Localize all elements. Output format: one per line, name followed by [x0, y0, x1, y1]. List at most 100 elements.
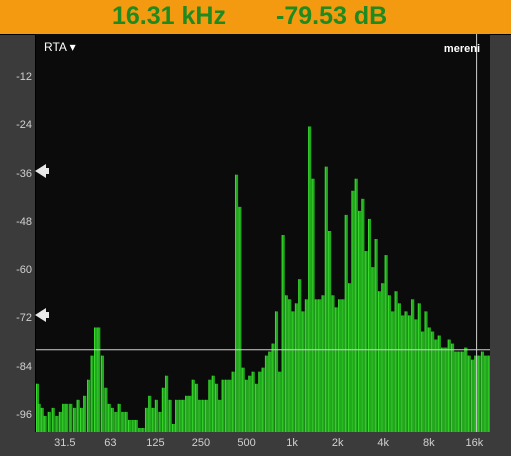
- y-tick-label: -36: [16, 167, 32, 180]
- spectrum-bar-highlight: [407, 315, 409, 432]
- spectrum-bar-highlight: [487, 355, 489, 432]
- spectrum-bar-highlight: [175, 399, 177, 432]
- spectrum-bar-highlight: [298, 279, 300, 432]
- spectrum-bar-highlight: [311, 178, 313, 432]
- spectrum-bar-highlight: [231, 371, 233, 432]
- spectrum-bar-highlight: [271, 343, 273, 432]
- rta-mode-dropdown[interactable]: RTA ▾: [44, 40, 76, 54]
- spectrum-bar-highlight: [278, 371, 280, 432]
- spectrum-bar-highlight: [301, 311, 303, 432]
- lower-threshold-handle[interactable]: [35, 308, 49, 323]
- spectrum-bar-highlight: [454, 351, 456, 432]
- spectrum-bar-highlight: [201, 399, 203, 432]
- spectrum-bar-highlight: [284, 295, 286, 432]
- spectrum-bar-highlight: [76, 399, 78, 432]
- spectrum-bar-highlight: [165, 375, 167, 432]
- spectrum-bar-highlight: [258, 371, 260, 432]
- spectrum-bar-highlight: [228, 379, 230, 432]
- spectrum-bar-highlight: [334, 307, 336, 432]
- spectrum-bar-highlight: [191, 379, 193, 432]
- spectrum-bar-highlight: [394, 291, 396, 432]
- spectrum-bar-highlight: [181, 399, 183, 432]
- spectrum-bar-highlight: [104, 387, 106, 432]
- spectrum-bar-highlight: [124, 411, 126, 432]
- spectrum-bar-highlight: [62, 403, 64, 432]
- spectrum-plot[interactable]: RTA ▾ mereni: [35, 34, 490, 432]
- spectrum-bar-highlight: [291, 311, 293, 432]
- spectrum-bar-highlight: [381, 283, 383, 432]
- spectrum-bar-highlight: [411, 299, 413, 432]
- spectrum-bar-highlight: [314, 299, 316, 432]
- spectrum-bar-highlight: [178, 399, 180, 432]
- spectrum-chart: [36, 34, 490, 432]
- spectrum-bar-highlight: [205, 399, 207, 432]
- spectrum-bar-highlight: [37, 403, 39, 432]
- spectrum-bar-highlight: [121, 411, 123, 432]
- spectrum-bar-highlight: [198, 399, 200, 432]
- spectrum-bar-highlight: [464, 347, 466, 432]
- spectrum-bar-highlight: [268, 351, 270, 432]
- spectrum-bar-highlight: [288, 299, 290, 432]
- spectrum-bar-highlight: [90, 355, 92, 432]
- spectrum-bar-highlight: [141, 427, 143, 432]
- spectrum-bar-highlight: [168, 399, 170, 432]
- spectrum-bar-highlight: [354, 178, 356, 432]
- x-tick-label: 500: [237, 437, 256, 449]
- spectrum-bar-highlight: [441, 347, 443, 432]
- upper-threshold-handle[interactable]: [35, 163, 49, 178]
- spectrum-bar-highlight: [148, 395, 150, 432]
- spectrum-bar-highlight: [47, 411, 49, 432]
- spectrum-bar-highlight: [107, 403, 109, 432]
- spectrum-bar-highlight: [414, 319, 416, 432]
- spectrum-bar-highlight: [434, 339, 436, 432]
- spectrum-bar-highlight: [261, 367, 263, 432]
- spectrum-bar-highlight: [94, 327, 96, 432]
- spectrum-bar-highlight: [421, 331, 423, 432]
- spectrum-bar-highlight: [208, 379, 210, 432]
- y-tick-label: -96: [16, 408, 32, 421]
- measurement-name: mereni: [443, 43, 480, 55]
- x-tick-label: 8k: [422, 437, 435, 449]
- spectrum-bar-highlight: [424, 311, 426, 432]
- spectrum-bar-highlight: [158, 411, 160, 432]
- y-tick-label: -48: [16, 215, 32, 228]
- x-tick-label: 16k: [465, 437, 484, 449]
- spectrum-bar-highlight: [451, 343, 453, 432]
- spectrum-bar-highlight: [457, 351, 459, 432]
- spectrum-bar-highlight: [51, 407, 53, 432]
- spectrum-bar-highlight: [154, 399, 156, 432]
- spectrum-bar-highlight: [294, 303, 296, 432]
- spectrum-bar-highlight: [344, 214, 346, 432]
- spectrum-bar-highlight: [87, 379, 89, 432]
- spectrum-bar-highlight: [138, 427, 140, 432]
- x-tick-label: 2k: [331, 437, 344, 449]
- spectrum-bar-highlight: [211, 375, 213, 432]
- spectrum-bar-highlight: [161, 387, 163, 432]
- spectrum-bar-highlight: [144, 407, 146, 432]
- x-tick-label: 63: [104, 437, 117, 449]
- spectrum-bar-highlight: [404, 311, 406, 432]
- spectrum-bar-highlight: [215, 383, 217, 432]
- spectrum-bar-highlight: [341, 299, 343, 432]
- spectrum-bar-highlight: [427, 327, 429, 432]
- spectrum-bar-highlight: [134, 419, 136, 432]
- spectrum-bar-highlight: [474, 355, 476, 432]
- spectrum-bar-highlight: [417, 303, 419, 432]
- spectrum-bar-highlight: [254, 383, 256, 432]
- spectrum-bar-highlight: [444, 347, 446, 432]
- spectrum-bar-highlight: [321, 295, 323, 432]
- spectrum-bar-highlight: [224, 379, 226, 432]
- spectrum-bar-highlight: [194, 383, 196, 432]
- spectrum-bar-highlight: [97, 327, 99, 432]
- frequency-readout: 16.31 kHz: [112, 2, 226, 30]
- spectrum-bar-highlight: [447, 339, 449, 432]
- spectrum-bar-highlight: [384, 255, 386, 432]
- spectrum-bar-highlight: [238, 206, 240, 432]
- spectrum-bar-highlight: [470, 359, 472, 432]
- spectrum-bar-highlight: [361, 198, 363, 432]
- spectrum-bar-highlight: [348, 283, 350, 432]
- spectrum-bar-highlight: [391, 311, 393, 432]
- spectrum-bar-highlight: [338, 299, 340, 432]
- spectrum-bar-highlight: [431, 331, 433, 432]
- y-tick-label: -12: [16, 71, 32, 84]
